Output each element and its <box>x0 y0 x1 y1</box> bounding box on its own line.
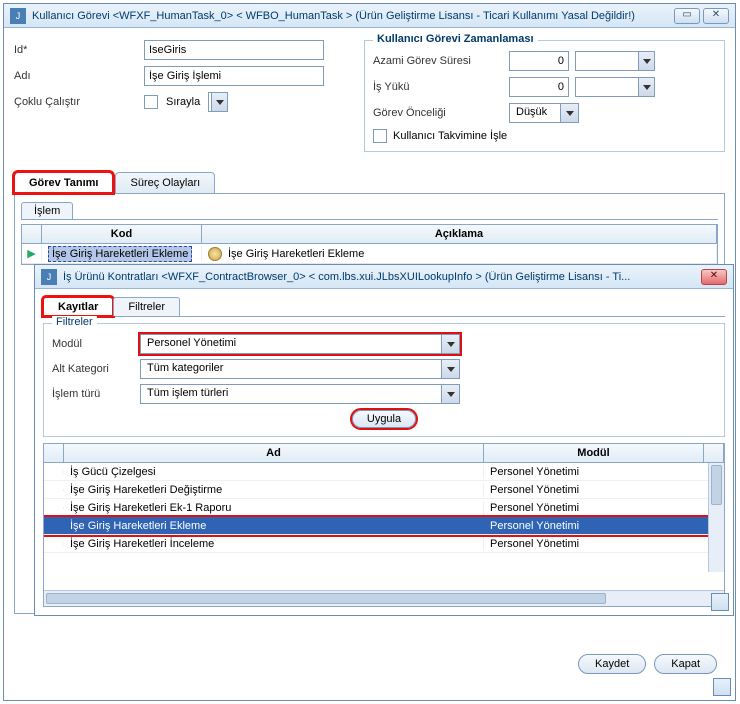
filter-legend: Filtreler <box>52 316 97 328</box>
cell-ad: İşe Giriş Hareketleri İnceleme <box>64 537 484 551</box>
scroll-header-spacer <box>704 444 724 462</box>
row-marker-icon: ▶ <box>27 247 35 260</box>
chevron-down-icon <box>441 385 459 403</box>
subcategory-combo[interactable]: Tüm kategoriler <box>140 359 460 379</box>
lookup-popup: J İş Ürünü Kontratları <WFXF_ContractBro… <box>34 264 734 616</box>
popup-tab-filters-label: Filtreler <box>128 301 165 313</box>
workload-label: İş Yükü <box>373 81 503 93</box>
row-kod-cell[interactable]: İşe Giriş Hareketleri Ekleme <box>48 246 192 262</box>
popup-tab-records[interactable]: Kayıtlar <box>43 297 113 316</box>
close-button-main[interactable]: ✕ <box>703 8 729 24</box>
chevron-down-icon <box>441 360 459 378</box>
tab-task-definition[interactable]: Görev Tanımı <box>14 172 113 193</box>
results-table: Ad Modül İş Gücü ÇizelgesiPersonel Yönet… <box>43 443 725 607</box>
sequential-combo[interactable] <box>208 92 228 112</box>
subtab-islem[interactable]: İşlem <box>21 202 73 219</box>
cell-modul: Personel Yönetimi <box>484 519 724 533</box>
list-item[interactable]: İş Gücü ÇizelgesiPersonel Yönetimi <box>44 463 724 481</box>
module-label: Modül <box>52 338 132 350</box>
cell-ad: İşe Giriş Hareketleri Ek-1 Raporu <box>64 501 484 515</box>
subcat-label: Alt Kategori <box>52 363 132 375</box>
max-duration-input[interactable] <box>509 51 569 71</box>
popup-titlebar[interactable]: J İş Ürünü Kontratları <WFXF_ContractBro… <box>35 265 733 289</box>
workload-unit-combo[interactable] <box>575 77 655 97</box>
sequential-label: Sırayla <box>166 96 200 108</box>
subtab-islem-label: İşlem <box>34 205 60 217</box>
col-modul-header[interactable]: Modül <box>484 444 704 462</box>
module-value: Personel Yönetimi <box>141 335 441 353</box>
filter-fieldset: Filtreler Modül Personel Yönetimi Alt Ka… <box>43 323 725 437</box>
subcat-value: Tüm kategoriler <box>141 360 441 378</box>
save-button[interactable]: Kaydet <box>578 654 646 674</box>
cell-ad: İşe Giriş Hareketleri Ekleme <box>64 519 484 533</box>
table-row[interactable]: ▶ İşe Giriş Hareketleri Ekleme İşe Giriş… <box>22 244 717 264</box>
resize-grip-main[interactable] <box>713 678 731 696</box>
tab-task-definition-label: Görev Tanımı <box>29 177 98 189</box>
workload-input[interactable] <box>509 77 569 97</box>
priority-label: Görev Önceliği <box>373 107 503 119</box>
optype-value: Tüm işlem türleri <box>141 385 441 403</box>
list-item[interactable]: İşe Giriş Hareketleri DeğiştirmePersonel… <box>44 481 724 499</box>
col-ad-header[interactable]: Ad <box>64 444 484 462</box>
priority-value: Düşük <box>510 104 560 122</box>
row-type-icon <box>208 247 222 261</box>
app-icon: J <box>10 8 26 24</box>
operation-type-combo[interactable]: Tüm işlem türleri <box>140 384 460 404</box>
priority-combo[interactable]: Düşük <box>509 103 579 123</box>
row-aciklama-cell: İşe Giriş Hareketleri Ekleme <box>228 248 364 260</box>
col-aciklama-header[interactable]: Açıklama <box>202 225 717 243</box>
popup-title: İş Ürünü Kontratları <WFXF_ContractBrows… <box>63 271 701 283</box>
list-item[interactable]: İşe Giriş Hareketleri Ek-1 RaporuPersone… <box>44 499 724 517</box>
row-handle-header <box>44 444 64 462</box>
popup-body: Kayıtlar Filtreler Filtreler Modül Perso… <box>35 289 733 615</box>
id-input[interactable] <box>144 40 324 60</box>
cell-modul: Personel Yönetimi <box>484 501 724 515</box>
window-controls: ▭ ✕ <box>674 8 729 24</box>
apply-button-label: Uygula <box>367 413 401 425</box>
cell-ad: İş Gücü Çizelgesi <box>64 465 484 479</box>
row-marker-header <box>22 225 42 243</box>
horizontal-scrollbar[interactable] <box>44 590 724 606</box>
cell-modul: Personel Yönetimi <box>484 537 724 551</box>
main-tabbar: Görev Tanımı Süreç Olayları <box>14 172 725 194</box>
close-button[interactable]: Kapat <box>654 654 717 674</box>
max-duration-label: Azami Görev Süresi <box>373 55 503 67</box>
cell-modul: Personel Yönetimi <box>484 483 724 497</box>
id-label: Id* <box>14 44 144 56</box>
popup-tab-filters[interactable]: Filtreler <box>113 297 180 316</box>
resize-grip-popup[interactable] <box>711 593 729 611</box>
tab-process-events-label: Süreç Olayları <box>130 177 200 189</box>
popup-close-button[interactable]: ✕ <box>701 269 727 285</box>
scheduling-fieldset: Kullanıcı Görevi Zamanlaması Azami Görev… <box>364 40 725 152</box>
popup-tab-records-label: Kayıtlar <box>58 301 98 313</box>
multirun-label: Çoklu Çalıştır <box>14 96 144 108</box>
task-form: Id* Adı Çoklu Çalıştır Sırayla <box>14 40 354 152</box>
module-combo[interactable]: Personel Yönetimi <box>140 334 460 354</box>
cell-ad: İşe Giriş Hareketleri Değiştirme <box>64 483 484 497</box>
name-label: Adı <box>14 70 144 82</box>
islem-table: Kod Açıklama ▶ İşe Giriş Hareketleri Ekl… <box>21 224 718 265</box>
popup-app-icon: J <box>41 269 57 285</box>
max-duration-unit-combo[interactable] <box>575 51 655 71</box>
list-item[interactable]: İşe Giriş Hareketleri EklemePersonel Yön… <box>44 517 724 535</box>
name-input[interactable] <box>144 66 324 86</box>
optype-label: İşlem türü <box>52 388 132 400</box>
window-title: Kullanıcı Görevi <WFXF_HumanTask_0> < WF… <box>32 10 674 22</box>
col-kod-header[interactable]: Kod <box>42 225 202 243</box>
chevron-down-icon <box>441 335 459 353</box>
maximize-button[interactable]: ▭ <box>674 8 700 24</box>
user-calendar-label: Kullanıcı Takvimine İşle <box>393 130 507 142</box>
vertical-scrollbar[interactable] <box>708 463 724 572</box>
list-item[interactable]: İşe Giriş Hareketleri İncelemePersonel Y… <box>44 535 724 553</box>
cell-modul: Personel Yönetimi <box>484 465 724 479</box>
scheduling-legend: Kullanıcı Görevi Zamanlaması <box>373 33 538 45</box>
user-calendar-checkbox[interactable] <box>373 129 387 143</box>
apply-button[interactable]: Uygula <box>352 410 416 428</box>
main-titlebar[interactable]: J Kullanıcı Görevi <WFXF_HumanTask_0> < … <box>4 4 735 28</box>
multirun-checkbox[interactable] <box>144 95 158 109</box>
tab-process-events[interactable]: Süreç Olayları <box>115 172 215 193</box>
footer-buttons: Kaydet Kapat <box>578 654 717 674</box>
